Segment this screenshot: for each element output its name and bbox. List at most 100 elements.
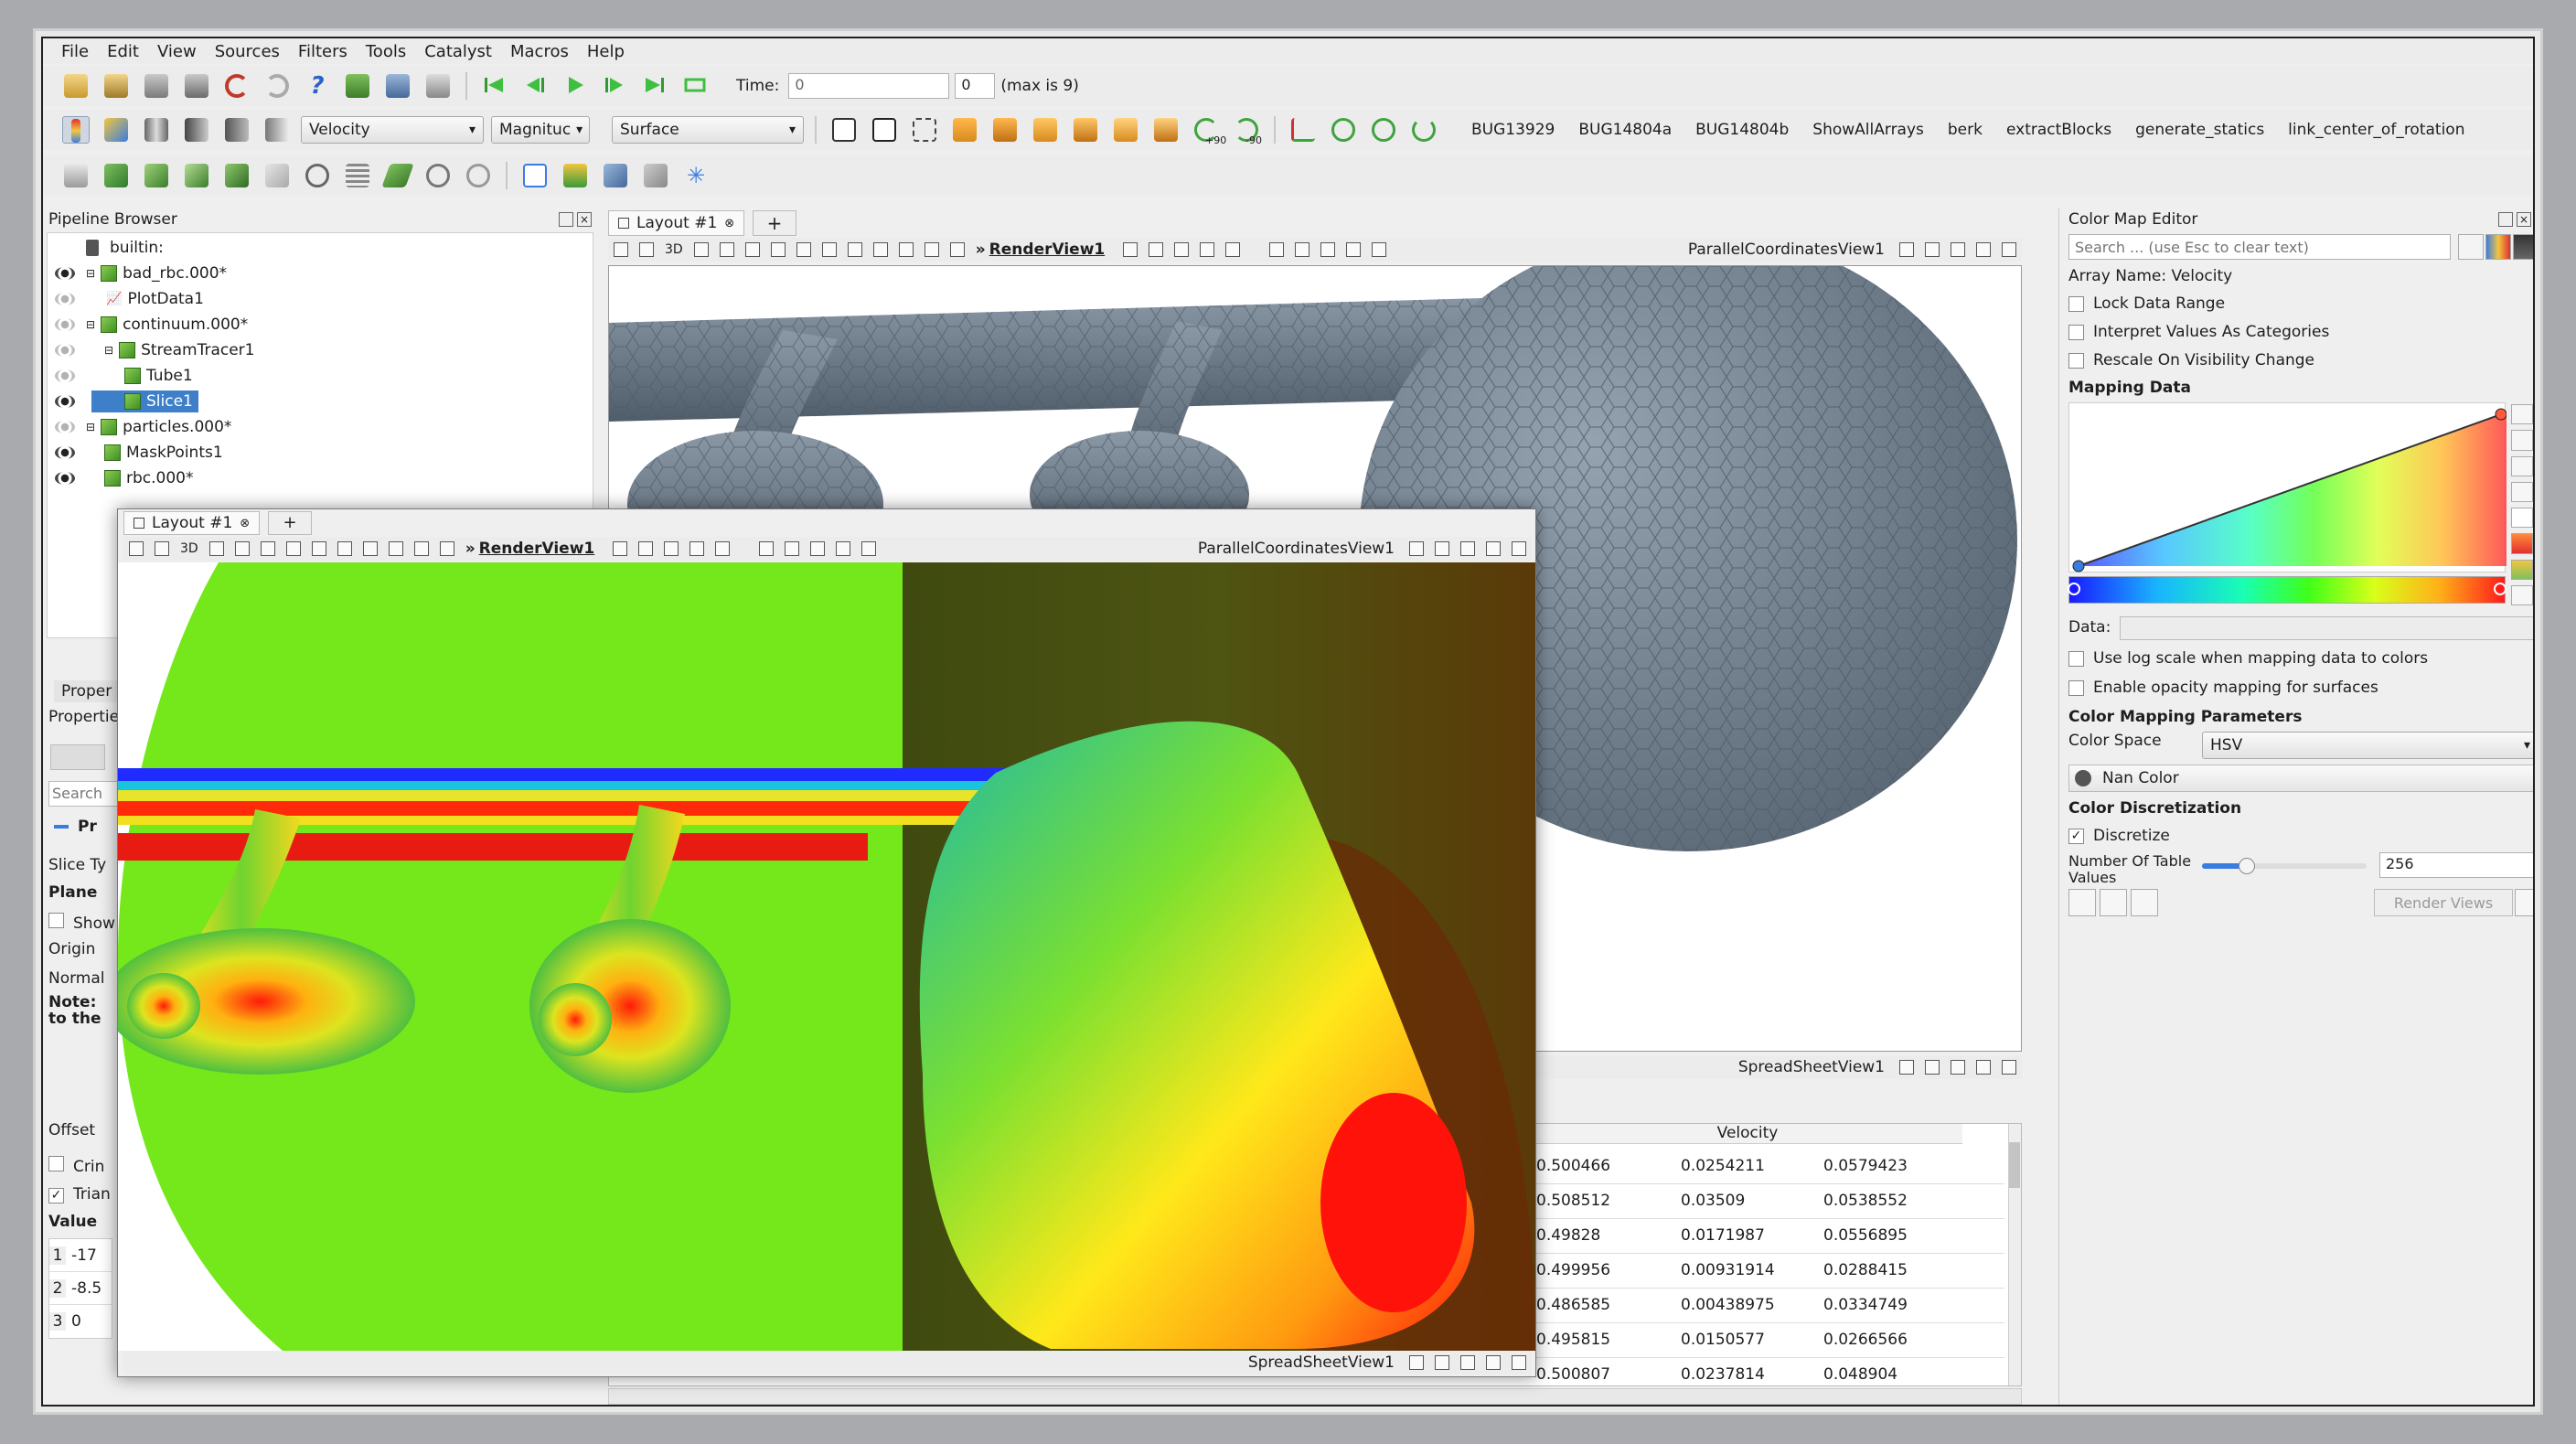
capture-icon[interactable]: [1200, 242, 1215, 257]
view-tool-icon[interactable]: [388, 541, 403, 556]
color-space-combo[interactable]: HSV: [2202, 732, 2533, 759]
invert-icon[interactable]: [2511, 508, 2533, 529]
view-tool-icon[interactable]: [861, 541, 877, 556]
apply-button[interactable]: [50, 744, 105, 770]
color-transfer-bar[interactable]: [2068, 576, 2507, 604]
reset-center-icon[interactable]: [1370, 116, 1397, 144]
axes-icon[interactable]: [1289, 116, 1317, 144]
clip-icon[interactable]: [143, 162, 170, 189]
macro-generate-statics[interactable]: generate_statics: [2135, 121, 2264, 139]
table-row[interactable]: 0.49828 0.0171987 0.0556895: [1529, 1221, 2004, 1254]
view-tool-icon[interactable]: [693, 242, 709, 257]
zoom-box-icon[interactable]: [911, 116, 938, 144]
tree-item-particles[interactable]: ⊟ particles.000*: [55, 414, 231, 440]
view-tool-icon[interactable]: [719, 242, 734, 257]
extract-subset-icon[interactable]: [263, 162, 291, 189]
split-vertical-icon[interactable]: [1925, 242, 1940, 257]
close-view-icon[interactable]: [2002, 242, 2016, 257]
close-view-icon[interactable]: [1512, 1355, 1526, 1370]
opacity-mapping-checkbox[interactable]: [2068, 679, 2084, 696]
color-control-point[interactable]: [2494, 583, 2507, 595]
view-tool-icon[interactable]: [413, 541, 429, 556]
menu-filters[interactable]: Filters: [298, 42, 347, 61]
menu-macros[interactable]: Macros: [510, 42, 569, 61]
undo-icon[interactable]: [223, 72, 251, 100]
rescale-custom-icon[interactable]: [183, 116, 210, 144]
rescale-range-icon[interactable]: [2511, 404, 2533, 425]
view-tool-icon[interactable]: [362, 541, 378, 556]
glyph-icon[interactable]: [304, 162, 331, 189]
macro-bug13929[interactable]: BUG13929: [1471, 121, 1555, 139]
view-tool-icon[interactable]: [208, 541, 224, 556]
close-view-icon[interactable]: [1512, 541, 1526, 556]
last-frame-icon[interactable]: [642, 72, 669, 100]
representation-combo[interactable]: Surface: [612, 116, 804, 144]
tab-properties[interactable]: Proper: [54, 680, 120, 702]
open-icon[interactable]: [62, 72, 90, 100]
table-row[interactable]: 0.500466 0.0254211 0.0579423: [1529, 1151, 2004, 1184]
view-minus-y-icon[interactable]: [1072, 116, 1099, 144]
view-tool-icon[interactable]: [924, 242, 939, 257]
view-tool-icon[interactable]: [898, 242, 914, 257]
table-row[interactable]: 1 -17: [49, 1239, 112, 1272]
disconnect-icon[interactable]: [384, 72, 412, 100]
view-tool-icon[interactable]: [785, 541, 800, 556]
eye-icon[interactable]: [55, 369, 75, 382]
view-plus-x-icon[interactable]: [951, 116, 978, 144]
close-panel-icon[interactable]: ×: [2517, 212, 2531, 227]
table-row[interactable]: 0.495815 0.0150577 0.0266566: [1529, 1325, 2004, 1358]
float-panel-icon[interactable]: [2498, 212, 2513, 227]
more-tools-icon[interactable]: »: [465, 540, 476, 558]
view-tool-icon[interactable]: [1372, 242, 1387, 257]
table-values-slider[interactable]: [2202, 858, 2367, 874]
time-step-spinbox[interactable]: 0: [955, 73, 996, 99]
stream-tracer-icon[interactable]: [344, 162, 371, 189]
color-legend-icon[interactable]: [62, 116, 90, 144]
view-tool-icon[interactable]: [1295, 242, 1310, 257]
horizontal-scrollbar[interactable]: [608, 1388, 2022, 1405]
eye-icon[interactable]: [55, 446, 75, 459]
tree-item-rbc[interactable]: rbc.000*: [55, 465, 193, 491]
view-tool-icon[interactable]: [439, 541, 454, 556]
macro-bug14804b[interactable]: BUG14804b: [1695, 121, 1789, 139]
view-tool-icon[interactable]: [836, 541, 851, 556]
group-datasets-icon[interactable]: [424, 162, 452, 189]
column-header-velocity[interactable]: Velocity: [1533, 1124, 1962, 1144]
next-frame-icon[interactable]: [602, 72, 629, 100]
rotate-minus-90-icon[interactable]: -90: [1233, 116, 1262, 146]
eye-icon[interactable]: [55, 421, 75, 433]
query-icon[interactable]: [561, 162, 589, 189]
rescale-visible-icon[interactable]: [263, 116, 291, 144]
rescale-visibility-checkbox[interactable]: [2068, 352, 2084, 369]
close-tab-icon[interactable]: ⊗: [240, 517, 250, 530]
table-row[interactable]: 2 -8.5: [49, 1272, 112, 1305]
view-tool-icon[interactable]: [155, 541, 169, 556]
gear-icon[interactable]: [2458, 234, 2484, 260]
data-value-field[interactable]: [2120, 616, 2533, 640]
3d-toggle[interactable]: 3D: [180, 541, 198, 556]
threshold-icon[interactable]: [223, 162, 251, 189]
view-tool-icon[interactable]: [639, 242, 654, 257]
view-tool-icon[interactable]: [1346, 242, 1362, 257]
split-horizontal-icon[interactable]: [1899, 242, 1914, 257]
menu-sources[interactable]: Sources: [215, 42, 280, 61]
menu-help[interactable]: Help: [587, 42, 625, 61]
view-tool-icon[interactable]: [770, 242, 786, 257]
color-control-point[interactable]: [2068, 583, 2080, 595]
menu-tools[interactable]: Tools: [366, 42, 406, 61]
view-tool-icon[interactable]: [847, 242, 862, 257]
previous-frame-icon[interactable]: [521, 72, 549, 100]
tree-item-builtin[interactable]: builtin:: [86, 235, 164, 261]
view-tool-icon[interactable]: [234, 541, 250, 556]
menu-catalyst[interactable]: Catalyst: [424, 42, 492, 61]
split-horizontal-icon[interactable]: [1123, 242, 1138, 257]
lock-range-checkbox[interactable]: [2068, 295, 2084, 312]
maximize-icon[interactable]: [1460, 1355, 1475, 1370]
tree-item-slice1[interactable]: Slice1: [55, 389, 198, 414]
choose-preset-icon[interactable]: [2511, 533, 2533, 554]
view-tool-icon[interactable]: [821, 242, 837, 257]
menu-file[interactable]: File: [61, 42, 89, 61]
restore-default-icon[interactable]: [2068, 889, 2096, 916]
save-data-icon[interactable]: [143, 72, 170, 100]
menu-edit[interactable]: Edit: [107, 42, 139, 61]
